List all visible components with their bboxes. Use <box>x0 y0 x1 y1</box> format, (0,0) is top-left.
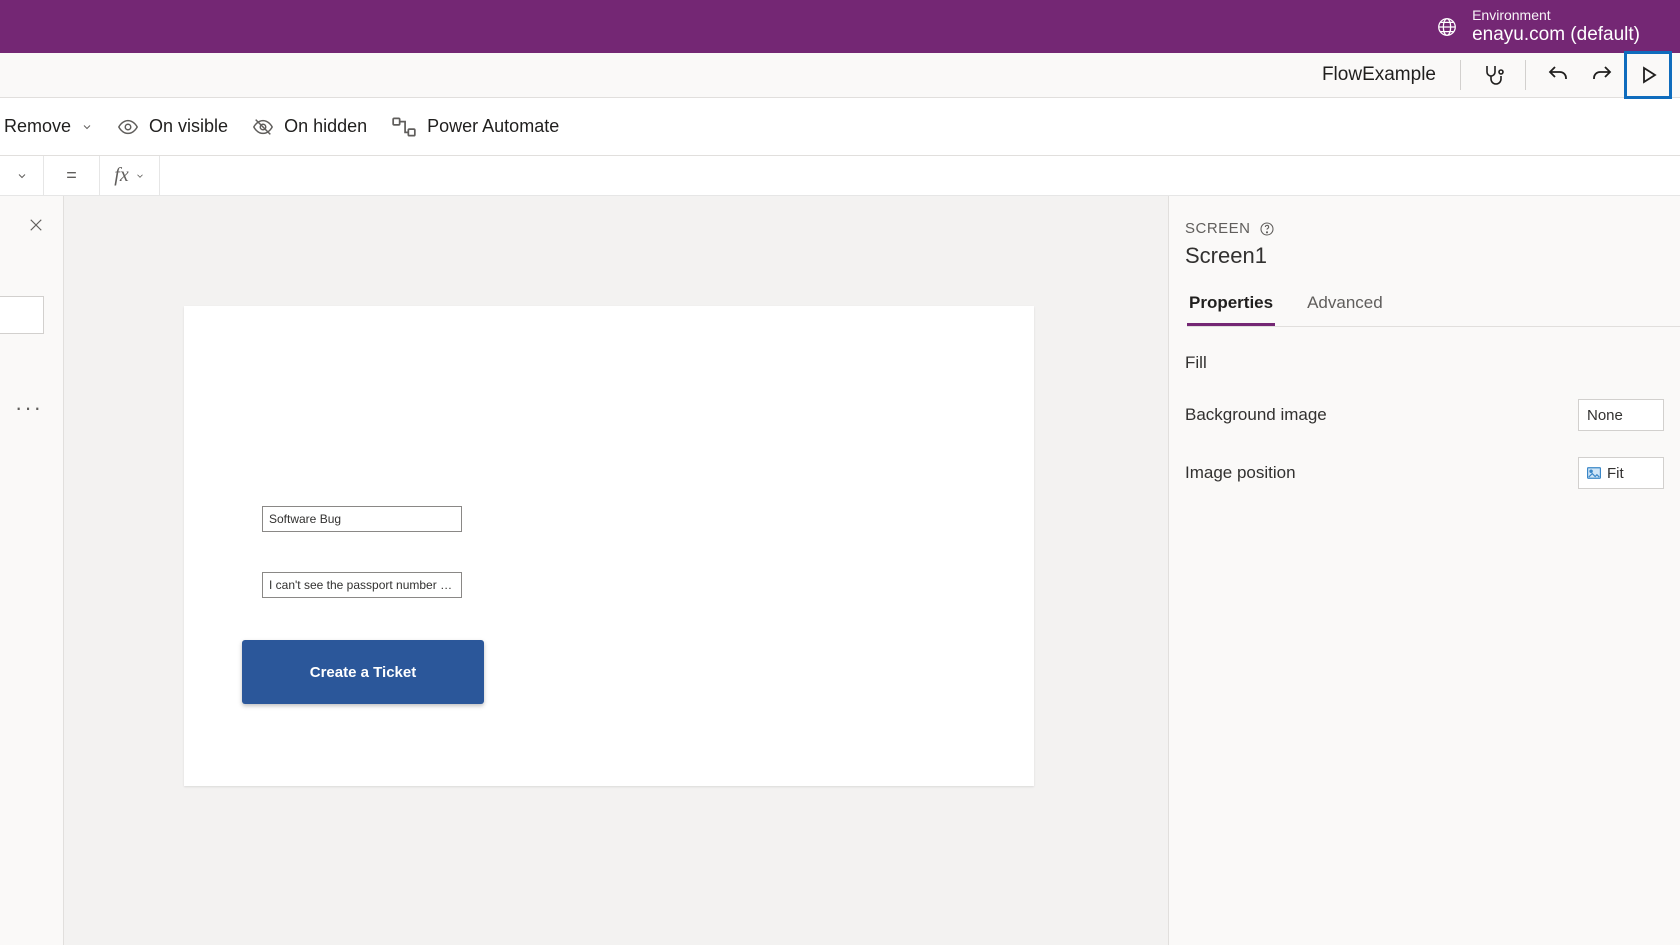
divider <box>1460 60 1461 90</box>
global-header: Environment enayu.com (default) <box>0 0 1680 53</box>
image-position-row: Image position Fit <box>1185 457 1680 489</box>
properties-tabs: Properties Advanced <box>1187 287 1680 327</box>
background-image-label: Background image <box>1185 405 1327 425</box>
image-icon <box>1587 467 1601 479</box>
ribbon-toolbar: Remove On visible On hidden Power Au <box>0 98 1680 156</box>
app-title-row: FlowExample <box>0 53 1680 98</box>
on-visible-label: On visible <box>149 116 228 137</box>
close-icon <box>27 216 45 234</box>
image-position-label: Image position <box>1185 463 1296 483</box>
divider <box>1525 60 1526 90</box>
tree-more-button[interactable]: ··· <box>8 392 50 424</box>
globe-icon <box>1436 16 1458 38</box>
formula-input[interactable] <box>160 156 1680 195</box>
control-name: Screen1 <box>1185 243 1680 269</box>
help-icon[interactable] <box>1259 221 1275 237</box>
eye-icon <box>117 116 139 138</box>
eye-off-icon <box>252 116 274 138</box>
background-image-dropdown[interactable]: None <box>1578 399 1664 431</box>
create-ticket-label: Create a Ticket <box>310 664 416 681</box>
canvas-viewport[interactable]: Create a Ticket <box>64 196 1168 945</box>
chevron-down-icon <box>81 121 93 133</box>
main-area: ··· Create a Ticket SCREEN Screen1 Prope… <box>0 196 1680 945</box>
image-position-dropdown[interactable]: Fit <box>1578 457 1664 489</box>
app-checker-button[interactable] <box>1471 53 1515 97</box>
environment-switcher[interactable]: Environment enayu.com (default) <box>1436 7 1640 47</box>
control-type-row: SCREEN <box>1185 220 1680 237</box>
power-automate-button[interactable]: Power Automate <box>391 114 559 140</box>
environment-value: enayu.com (default) <box>1472 24 1640 47</box>
tree-view-panel: ··· <box>0 196 64 945</box>
undo-button[interactable] <box>1536 53 1580 97</box>
stethoscope-icon <box>1481 63 1505 87</box>
formula-bar: = fx <box>0 156 1680 196</box>
play-preview-button[interactable] <box>1624 51 1672 99</box>
fx-button[interactable]: fx <box>100 156 160 195</box>
remove-button[interactable]: Remove <box>4 116 93 137</box>
ellipsis-icon: ··· <box>15 395 43 421</box>
create-ticket-button[interactable]: Create a Ticket <box>242 640 484 704</box>
play-icon <box>1636 63 1660 87</box>
control-type-label: SCREEN <box>1185 220 1251 237</box>
remove-label: Remove <box>4 116 71 137</box>
tree-search-input[interactable] <box>0 296 44 334</box>
background-image-row: Background image None <box>1185 399 1680 431</box>
description-text-input[interactable] <box>262 572 462 598</box>
tab-properties[interactable]: Properties <box>1187 287 1275 326</box>
screen-canvas[interactable]: Create a Ticket <box>184 306 1034 786</box>
redo-button[interactable] <box>1580 53 1624 97</box>
fill-label: Fill <box>1185 353 1207 373</box>
title-text-input[interactable] <box>262 506 462 532</box>
redo-icon <box>1590 63 1614 87</box>
app-title: FlowExample <box>1322 64 1436 86</box>
background-image-value: None <box>1587 407 1623 424</box>
environment-label: Environment <box>1472 7 1640 24</box>
chevron-down-icon <box>135 171 145 181</box>
flow-icon <box>391 114 417 140</box>
undo-icon <box>1546 63 1570 87</box>
on-hidden-button[interactable]: On hidden <box>252 116 367 138</box>
chevron-down-icon <box>16 170 28 182</box>
fx-label: fx <box>114 164 128 187</box>
on-visible-button[interactable]: On visible <box>117 116 228 138</box>
tab-advanced[interactable]: Advanced <box>1305 287 1385 326</box>
property-selector[interactable] <box>0 156 44 195</box>
fill-row: Fill <box>1185 353 1680 373</box>
power-automate-label: Power Automate <box>427 116 559 137</box>
image-position-value: Fit <box>1607 465 1624 482</box>
on-hidden-label: On hidden <box>284 116 367 137</box>
close-tree-button[interactable] <box>27 216 45 234</box>
properties-panel: SCREEN Screen1 Properties Advanced Fill … <box>1168 196 1680 945</box>
equals-sign: = <box>44 156 100 195</box>
